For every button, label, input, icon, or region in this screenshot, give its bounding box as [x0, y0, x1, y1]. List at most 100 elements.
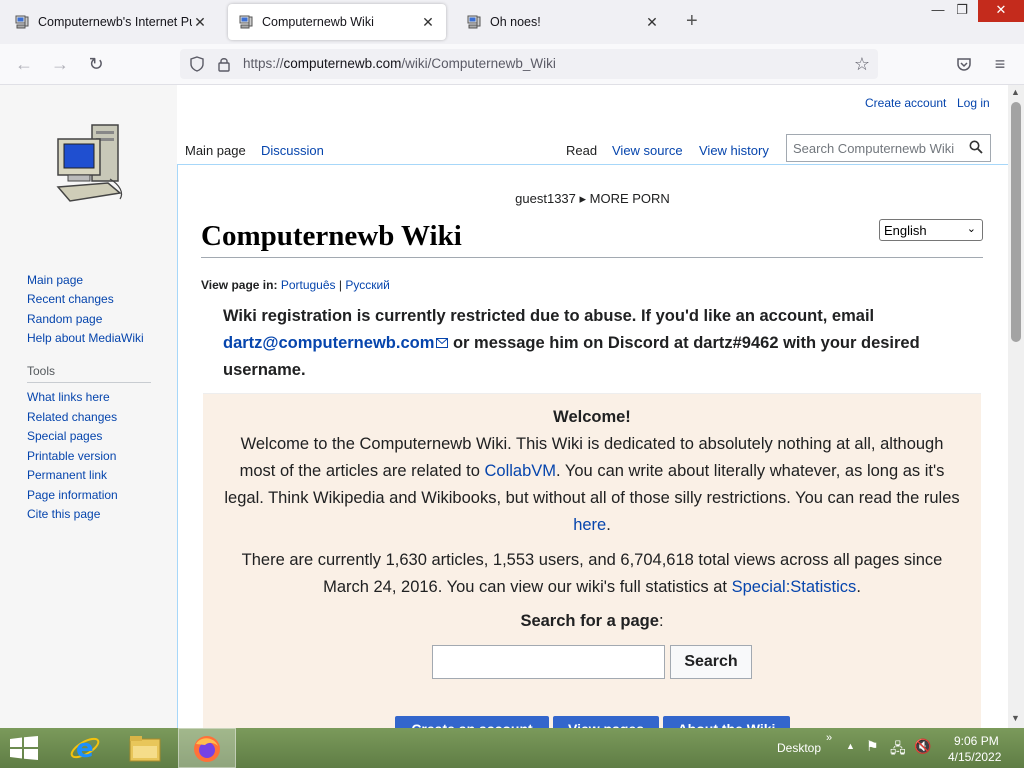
restore-icon[interactable]: ❐: [946, 0, 978, 22]
tab-discussion[interactable]: Discussion: [261, 143, 324, 158]
folder-icon: [129, 736, 161, 762]
create-account-button[interactable]: Create an account: [395, 716, 549, 728]
welcome-title: Welcome!: [553, 408, 631, 426]
sidebar-item-permanent-link[interactable]: Permanent link: [27, 468, 107, 482]
search-button[interactable]: Search: [670, 645, 752, 679]
forward-icon[interactable]: →: [50, 54, 70, 74]
language-link-portuguese[interactable]: Português: [281, 278, 336, 292]
page-scrollbar[interactable]: ▲ ▼: [1008, 85, 1024, 728]
collabvm-link[interactable]: CollabVM: [484, 462, 556, 480]
menu-icon[interactable]: ≡: [990, 54, 1010, 74]
pocket-icon[interactable]: [956, 56, 972, 72]
tab-title: Computernewb's Internet Pub: [38, 15, 192, 29]
registration-notice: Wiki registration is currently restricte…: [223, 303, 983, 384]
back-icon[interactable]: ←: [14, 54, 34, 74]
language-select[interactable]: English ⌄: [879, 219, 983, 241]
bookmark-star-icon[interactable]: ☆: [852, 54, 872, 74]
clock-time[interactable]: 9:06 PM: [954, 734, 999, 748]
welcome-text-c: .: [606, 516, 611, 534]
tab-bar-border: [177, 164, 1008, 165]
wiki-logo[interactable]: [50, 121, 128, 209]
heading-underline: [201, 257, 983, 258]
scroll-up-icon[interactable]: ▲: [1011, 87, 1020, 97]
stats-text-b: .: [856, 578, 861, 596]
view-page-in-label: View page in:: [201, 278, 278, 292]
url-bar[interactable]: https://computernewb.com/wiki/Computerne…: [180, 49, 878, 79]
scrollbar-thumb[interactable]: [1011, 102, 1021, 342]
tab-strip: Computernewb's Internet Pub ✕ Computerne…: [0, 0, 1024, 44]
screen: Computernewb's Internet Pub ✕ Computerne…: [0, 0, 1024, 768]
email-link[interactable]: dartz@computernewb.com: [223, 334, 434, 352]
taskbar-file-explorer[interactable]: [116, 728, 174, 768]
new-tab-icon[interactable]: +: [686, 10, 698, 33]
sidebar-item-main-page[interactable]: Main page: [27, 273, 83, 287]
computernewb-favicon-icon: [239, 15, 253, 29]
search-placeholder: Search Computernewb Wiki: [793, 141, 955, 156]
network-icon[interactable]: 🖧: [890, 738, 906, 762]
rules-link[interactable]: here: [573, 516, 606, 534]
log-in-link[interactable]: Log in: [957, 96, 990, 110]
url-scheme: https://: [243, 56, 284, 71]
internet-explorer-icon: e: [70, 734, 100, 764]
clock-date[interactable]: 4/15/2022: [948, 750, 1001, 764]
tab-internet-pub[interactable]: Computernewb's Internet Pub ✕: [4, 4, 218, 40]
svg-text:e: e: [76, 734, 94, 764]
view-pages-button[interactable]: View pages: [553, 716, 659, 728]
navigation-toolbar: ← → ↻ https://computernewb.com/wiki/Comp…: [0, 44, 1024, 85]
tab-computernewb-wiki[interactable]: Computernewb Wiki ✕: [228, 4, 446, 40]
firefox-icon: [194, 736, 220, 762]
desktop-toolbar-label[interactable]: Desktop: [777, 741, 821, 755]
search-label-text: Search for a page: [520, 612, 659, 630]
statistics-paragraph: There are currently 1,630 articles, 1,55…: [223, 547, 961, 601]
page-search-input[interactable]: [432, 645, 665, 679]
language-link-russian[interactable]: Русский: [345, 278, 390, 292]
taskbar-internet-explorer[interactable]: e: [58, 728, 116, 768]
action-center-flag-icon[interactable]: ⚑: [866, 738, 879, 755]
sidebar-item-help[interactable]: Help about MediaWiki: [27, 331, 144, 345]
sidebar-divider: [27, 382, 151, 383]
sidebar-item-cite-this-page[interactable]: Cite this page: [27, 507, 100, 521]
sidebar-item-what-links-here[interactable]: What links here: [27, 390, 110, 404]
about-wiki-button[interactable]: About the Wiki: [663, 716, 790, 728]
windows-start-icon[interactable]: [10, 736, 38, 760]
taskbar-firefox[interactable]: [178, 728, 236, 768]
sidebar-item-page-information[interactable]: Page information: [27, 488, 118, 502]
wiki-search-input[interactable]: Search Computernewb Wiki: [786, 134, 991, 162]
sidebar-item-related-changes[interactable]: Related changes: [27, 410, 117, 424]
tab-close-icon[interactable]: ✕: [644, 14, 660, 31]
tab-close-icon[interactable]: ✕: [420, 14, 436, 31]
sidebar-item-recent-changes[interactable]: Recent changes: [27, 292, 114, 306]
tab-view-source[interactable]: View source: [612, 143, 683, 158]
scroll-down-icon[interactable]: ▼: [1011, 713, 1020, 723]
sidebar-tools-heading: Tools: [27, 364, 56, 378]
create-account-link[interactable]: Create account: [865, 96, 946, 110]
volume-muted-icon[interactable]: 🔇: [914, 738, 931, 755]
shield-icon[interactable]: [189, 56, 205, 72]
reload-icon[interactable]: ↻: [86, 54, 106, 74]
chevron-down-icon: ⌄: [966, 223, 976, 235]
toolbar-expand-icon[interactable]: »: [826, 732, 832, 744]
computernewb-favicon-icon: [467, 15, 481, 29]
tab-close-icon[interactable]: ✕: [192, 14, 208, 31]
close-window-icon[interactable]: ✕: [978, 0, 1024, 22]
sidebar-item-random-page[interactable]: Random page: [27, 312, 102, 326]
web-page: Main page Recent changes Random page Hel…: [0, 85, 1008, 728]
tab-main-page[interactable]: Main page: [185, 143, 246, 158]
search-for-page-label: Search for a page:: [203, 612, 981, 631]
notice-text-1: Wiki registration is currently restricte…: [223, 307, 875, 325]
tab-read[interactable]: Read: [566, 143, 597, 158]
lock-icon[interactable]: [217, 56, 231, 72]
tab-oh-noes[interactable]: Oh noes! ✕: [456, 4, 670, 40]
url-text[interactable]: https://computernewb.com/wiki/Computerne…: [243, 56, 556, 71]
sidebar-item-special-pages[interactable]: Special pages: [27, 429, 102, 443]
show-hidden-icons-icon[interactable]: ▲: [846, 741, 855, 751]
welcome-box: Welcome! Welcome to the Computernewb Wik…: [203, 393, 981, 728]
search-icon[interactable]: [969, 140, 983, 154]
page-title: Computernewb Wiki: [201, 220, 462, 252]
view-page-in: View page in: Português | Русский: [201, 278, 390, 292]
tab-view-history[interactable]: View history: [699, 143, 769, 158]
tab-title: Oh noes!: [490, 15, 541, 29]
external-mail-icon: [436, 338, 449, 348]
statistics-link[interactable]: Special:Statistics: [732, 578, 857, 596]
sidebar-item-printable-version[interactable]: Printable version: [27, 449, 116, 463]
